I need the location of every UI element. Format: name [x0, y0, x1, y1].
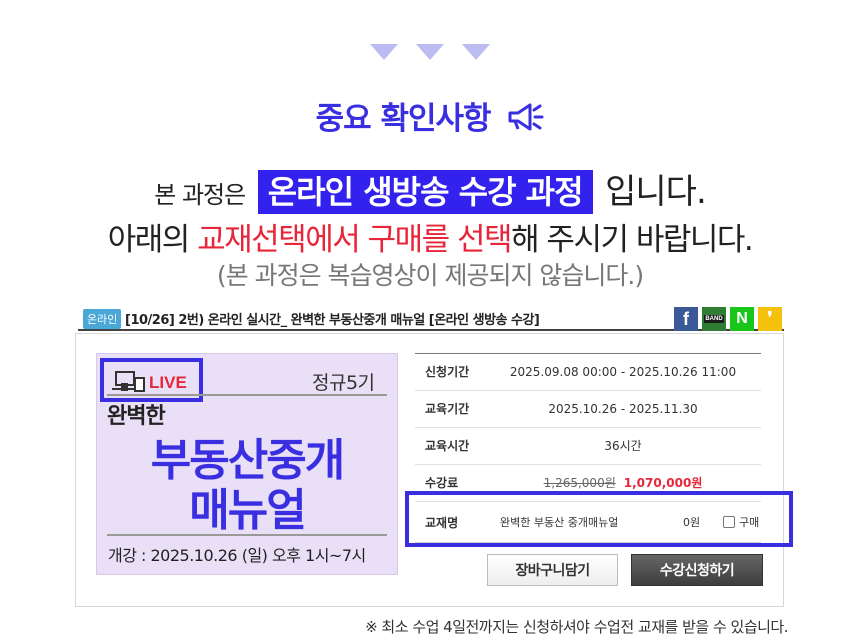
- down-arrow-icon: [370, 44, 398, 60]
- band-share-icon[interactable]: BAND: [702, 307, 726, 331]
- band-label: BAND: [705, 316, 723, 322]
- kakaostory-share-icon[interactable]: ❜: [758, 307, 782, 331]
- add-to-cart-button[interactable]: 장바구니담기: [487, 554, 618, 586]
- live-label: LIVE: [149, 373, 187, 392]
- textbook-highlight-frame: [405, 491, 793, 547]
- bottom-notice: ※ 최소 수업 4일전까지는 신청하셔야 수업전 교재를 받을 수 있습니다.: [365, 618, 788, 636]
- original-price: 1,265,000원: [543, 476, 616, 490]
- line1-prefix: 본 과정은: [154, 181, 246, 209]
- line1-highlight: 온라인 생방송 수강 과정: [257, 170, 593, 214]
- thumbnail-divider: [107, 394, 387, 396]
- important-heading: 중요 확인사항: [0, 93, 860, 141]
- line2-part1: 아래의: [107, 222, 198, 258]
- sale-price: 1,070,000원: [623, 476, 703, 490]
- course-title-bar: 온라인 [10/26] 2번) 온라인 실시간_ 완벽한 부동산중개 매뉴얼 […: [78, 307, 784, 331]
- apply-course-button[interactable]: 수강신청하기: [631, 554, 763, 586]
- line2-space: [359, 222, 367, 258]
- info-row-apply-period: 신청기간 2025.09.08 00:00 - 2025.10.26 11:00: [415, 353, 761, 390]
- down-arrow-icon: [416, 44, 444, 60]
- course-title: [10/26] 2번) 온라인 실시간_ 완벽한 부동산중개 매뉴얼 [온라인 …: [125, 313, 540, 328]
- info-label: 교육기간: [425, 402, 470, 416]
- regular-session-label: 정규5기: [312, 372, 375, 394]
- open-date: 개강 : 2025.10.26 (일) 오후 1시~7시: [108, 546, 366, 565]
- info-label: 신청기간: [425, 365, 470, 379]
- thumbnail-title-line2: 매뉴얼: [189, 485, 306, 536]
- facebook-share-icon[interactable]: f: [674, 307, 698, 331]
- info-value: 2025.09.08 00:00 - 2025.10.26 11:00: [509, 365, 737, 379]
- line2-red2: 구매를 선택: [367, 222, 513, 258]
- line2-part2: 해 주시기 바랍니다.: [511, 222, 754, 258]
- thumbnail-divider: [107, 534, 387, 536]
- info-value: 2025.10.26 - 2025.11.30: [548, 402, 698, 416]
- online-badge: 온라인: [83, 309, 122, 329]
- naver-share-icon[interactable]: N: [730, 307, 754, 331]
- info-label: 교육시간: [425, 439, 470, 453]
- info-value: 36시간: [604, 439, 642, 453]
- megaphone-icon: [506, 101, 544, 141]
- notice-line-1: 본 과정은 온라인 생방송 수강 과정 입니다.: [0, 164, 860, 214]
- info-row-education-hours: 교육시간 36시간: [415, 427, 761, 464]
- notice-line-3: (본 과정은 복습영상이 제공되지 않습니다.): [216, 261, 644, 290]
- line1-suffix: 입니다.: [605, 172, 707, 212]
- info-row-education-period: 교육기간 2025.10.26 - 2025.11.30: [415, 390, 761, 427]
- line2-red1: 교재선택에서: [197, 222, 361, 258]
- notice-line-2: 아래의 교재선택에서 구매를 선택해 주시기 바랍니다.: [0, 214, 860, 259]
- important-title: 중요 확인사항: [315, 101, 492, 137]
- down-arrow-icon: [462, 44, 490, 60]
- down-arrows: [370, 44, 490, 64]
